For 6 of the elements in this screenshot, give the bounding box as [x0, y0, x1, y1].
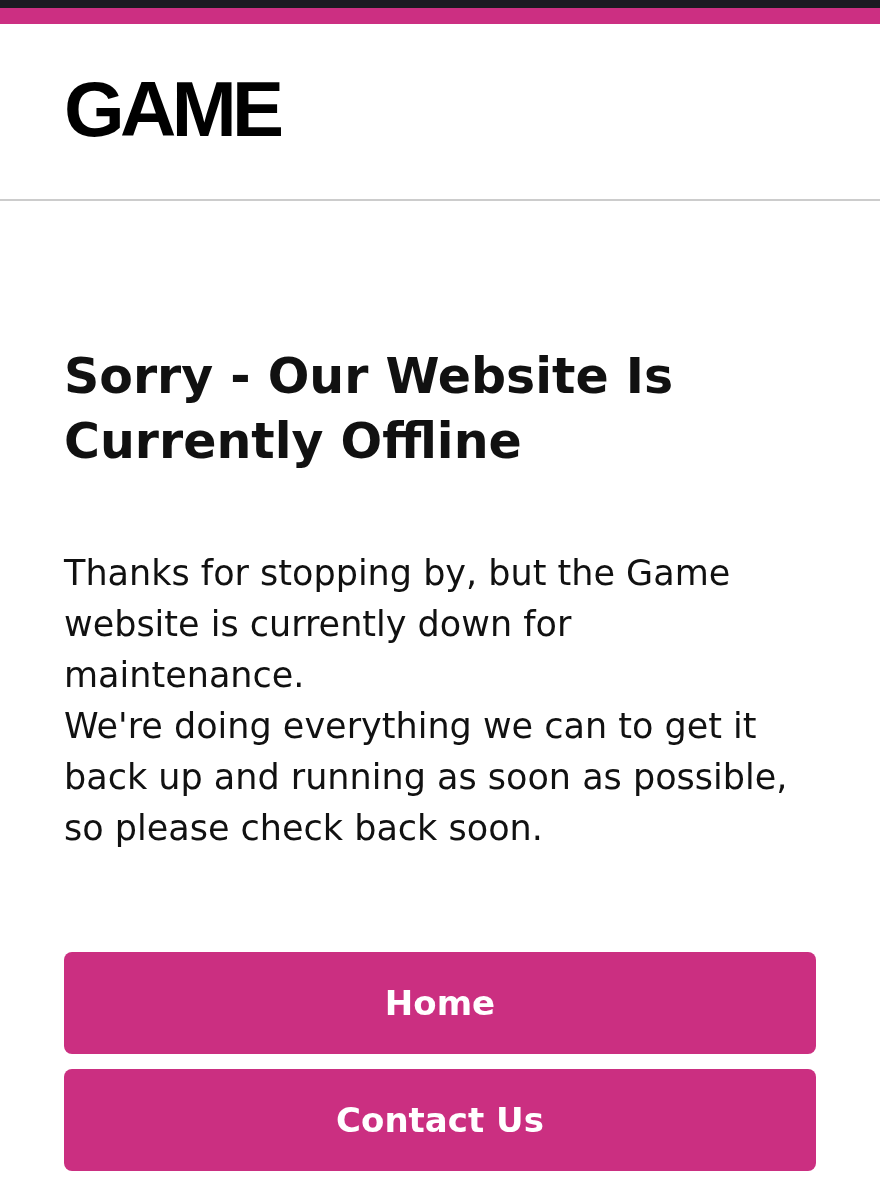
contact-us-button[interactable]: Contact Us: [64, 1069, 816, 1171]
body-text: We're doing everything we can to get it back up and running as soon as possible, so please check back soon.: [64, 705, 789, 850]
page-heading: Sorry - Our Website Is Currently Offline: [64, 347, 675, 472]
body-text: Thanks for stopping by, but the Game website is currently down for maintenance.: [64, 552, 732, 697]
logo[interactable]: GAME: [64, 69, 280, 148]
home-button[interactable]: Home: [64, 952, 816, 1054]
